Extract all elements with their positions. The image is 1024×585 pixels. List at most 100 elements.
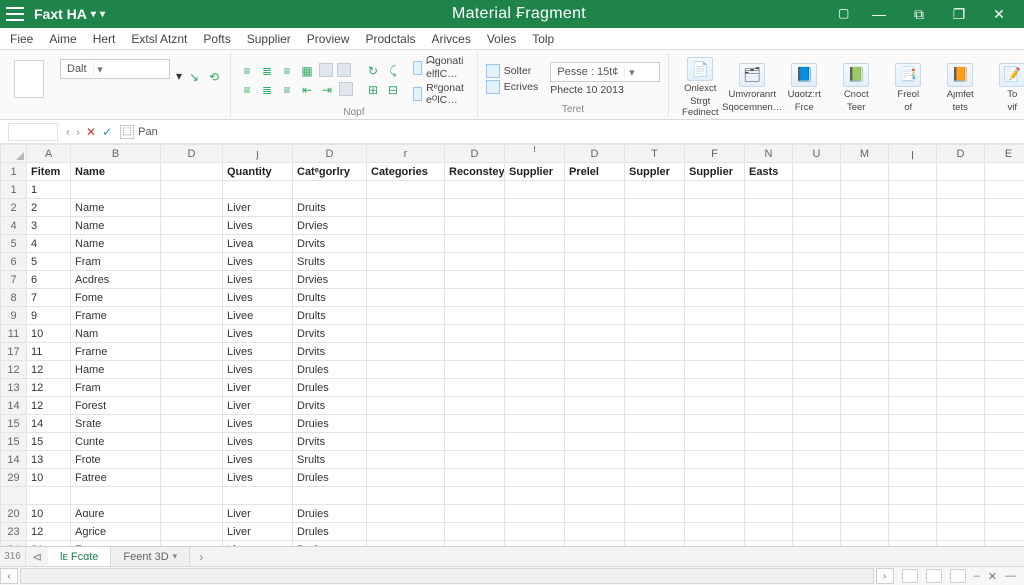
cell[interactable] (161, 325, 223, 343)
cell[interactable]: Frame (71, 307, 161, 325)
cell[interactable]: Lives (223, 415, 293, 433)
cell[interactable] (565, 415, 625, 433)
align-left-icon[interactable]: ≡ (239, 63, 255, 79)
align-center-icon[interactable]: ≣ (259, 63, 275, 79)
cell[interactable] (937, 307, 985, 325)
paste-icon[interactable] (14, 60, 44, 98)
cell[interactable] (625, 379, 685, 397)
cell[interactable] (625, 343, 685, 361)
cell[interactable] (685, 235, 745, 253)
cell[interactable] (161, 271, 223, 289)
cell[interactable] (841, 163, 889, 181)
cell[interactable] (161, 163, 223, 181)
row-header[interactable]: 2 (1, 199, 27, 217)
cell[interactable]: Forest (71, 397, 161, 415)
cell[interactable] (745, 199, 793, 217)
cell[interactable] (367, 523, 445, 541)
cell[interactable] (367, 379, 445, 397)
cell[interactable] (985, 325, 1024, 343)
menu-item[interactable]: Hert (93, 32, 116, 46)
cell[interactable]: Lives (223, 451, 293, 469)
cell[interactable] (565, 469, 625, 487)
cell[interactable]: Drules (293, 523, 367, 541)
cell[interactable] (505, 361, 565, 379)
row-header[interactable]: 20 (1, 505, 27, 523)
cell[interactable]: Druits (293, 199, 367, 217)
cell[interactable]: Lives (223, 325, 293, 343)
scroll-left-button[interactable]: ‹ (0, 568, 18, 584)
cell[interactable]: Catᵉgorlry (293, 163, 367, 181)
cell[interactable] (685, 451, 745, 469)
cell[interactable]: Livea (223, 235, 293, 253)
cell[interactable]: Frute (71, 541, 161, 548)
cell[interactable] (793, 487, 841, 505)
cell[interactable]: 15 (27, 433, 71, 451)
cell[interactable] (889, 505, 937, 523)
view-layout-icon[interactable] (926, 569, 942, 583)
cell[interactable] (367, 325, 445, 343)
cell[interactable]: Lives (223, 289, 293, 307)
cell[interactable] (937, 397, 985, 415)
align-right-icon[interactable]: ≡ (279, 63, 295, 79)
cell[interactable] (937, 523, 985, 541)
cell[interactable] (565, 307, 625, 325)
row-header[interactable]: 7 (1, 271, 27, 289)
close-icon[interactable]: ✕ (988, 570, 997, 583)
cell[interactable] (161, 199, 223, 217)
cell[interactable] (937, 469, 985, 487)
cell[interactable] (685, 325, 745, 343)
cell[interactable] (565, 199, 625, 217)
cell[interactable]: Name (71, 217, 161, 235)
cell[interactable] (565, 541, 625, 548)
cell[interactable]: Easts (745, 163, 793, 181)
cell[interactable]: Drvits (293, 397, 367, 415)
spreadsheet-grid[interactable]: ABDȷDrDꜝDTFNUMꞁDEꞁU 1FitemNameQuantityCa… (0, 144, 1024, 547)
cell[interactable]: Drules (293, 469, 367, 487)
cell[interactable]: Name (71, 235, 161, 253)
cell[interactable] (793, 289, 841, 307)
cell[interactable] (161, 433, 223, 451)
cell[interactable] (841, 487, 889, 505)
align-icon[interactable]: ≡ (239, 82, 255, 98)
cell[interactable]: 13 (27, 451, 71, 469)
menu-item[interactable]: Arivces (432, 32, 471, 46)
row-header[interactable]: 15 (1, 415, 27, 433)
cell[interactable] (445, 199, 505, 217)
document-name-dropdown[interactable]: Faxt HA ▾ ▾ (34, 6, 105, 22)
ribbon-big-button[interactable]: 📄OnlexctStrgt Fedinect (677, 55, 723, 118)
row-header[interactable] (1, 487, 27, 505)
fill-icon[interactable] (337, 63, 351, 77)
cell[interactable] (161, 289, 223, 307)
cell[interactable] (505, 451, 565, 469)
cell[interactable] (161, 235, 223, 253)
ribbon-big-button[interactable]: 📘Uɑotz:rtFrce (781, 61, 827, 113)
row-header[interactable]: 13 (1, 379, 27, 397)
align-icon[interactable]: ≣ (259, 82, 275, 98)
cell[interactable] (625, 541, 685, 548)
menu-item[interactable]: Aime (49, 32, 76, 46)
cell[interactable] (685, 487, 745, 505)
note-icon[interactable]: ▢ (838, 6, 854, 22)
cell[interactable] (745, 397, 793, 415)
cell[interactable] (161, 361, 223, 379)
cell[interactable] (685, 361, 745, 379)
menu-item[interactable]: Prodctals (365, 32, 415, 46)
cell[interactable] (889, 199, 937, 217)
cell[interactable] (793, 271, 841, 289)
cell[interactable] (745, 451, 793, 469)
cell[interactable] (793, 181, 841, 199)
cell[interactable]: 2 (27, 199, 71, 217)
name-box[interactable] (8, 123, 58, 141)
cell[interactable] (367, 181, 445, 199)
cell[interactable] (367, 487, 445, 505)
row-header[interactable]: 6 (1, 253, 27, 271)
cell[interactable] (889, 307, 937, 325)
cell[interactable]: 21 (27, 541, 71, 548)
cell[interactable] (685, 343, 745, 361)
cell[interactable] (27, 487, 71, 505)
cell[interactable] (505, 325, 565, 343)
cell[interactable] (505, 505, 565, 523)
cell[interactable] (445, 289, 505, 307)
cell[interactable] (293, 181, 367, 199)
cell[interactable] (745, 523, 793, 541)
